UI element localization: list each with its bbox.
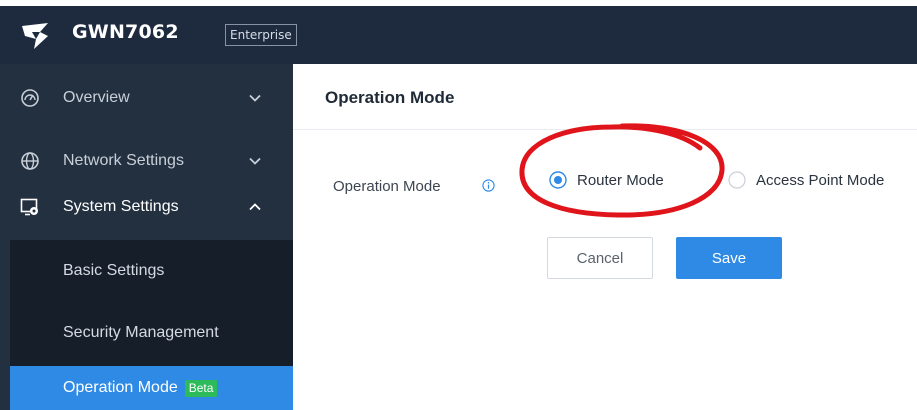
access-point-mode-label: Access Point Mode [756, 171, 885, 189]
operation-mode-label: Operation Mode [333, 178, 441, 195]
sidebar-item-label: Network Settings [63, 152, 184, 169]
content-header: Operation Mode [293, 64, 917, 130]
submenu-item-operation-mode[interactable]: Operation Mode Beta [10, 366, 293, 410]
chevron-up-icon [249, 203, 261, 211]
sidebar-item-network-settings[interactable]: Network Settings [0, 137, 293, 185]
globe-icon [21, 152, 39, 170]
product-name: GWN7062 [72, 21, 179, 43]
save-button[interactable]: Save [676, 237, 782, 279]
router-mode-label: Router Mode [577, 171, 664, 189]
system-settings-icon [20, 198, 38, 216]
grandstream-logo-icon [22, 23, 48, 49]
chevron-down-icon [249, 157, 261, 165]
submenu-item-label: Security Management [63, 324, 219, 341]
dashboard-icon [21, 89, 39, 107]
chevron-down-icon [249, 94, 261, 102]
submenu-item-label: Operation Mode [63, 379, 178, 396]
top-bar: GWN7062 Enterprise [0, 6, 917, 64]
cancel-button[interactable]: Cancel [547, 237, 653, 279]
submenu-item-basic-settings[interactable]: Basic Settings [10, 240, 293, 302]
sidebar-item-label: Overview [63, 89, 130, 106]
access-point-mode-radio[interactable]: Access Point Mode [728, 171, 884, 189]
page-title: Operation Mode [325, 88, 455, 107]
annotation-circle [519, 123, 725, 218]
info-icon[interactable] [482, 179, 495, 192]
sidebar-item-overview[interactable]: Overview [0, 74, 293, 122]
sidebar: Overview Network Settings System Setting… [0, 64, 293, 410]
sidebar-item-system-settings[interactable]: System Settings [0, 183, 293, 231]
submenu-item-security-management[interactable]: Security Management [10, 302, 293, 364]
beta-badge: Beta [184, 379, 218, 397]
router-mode-radio[interactable]: Router Mode [549, 171, 664, 189]
radio-checked-icon [549, 171, 567, 189]
submenu-item-label: Basic Settings [63, 262, 165, 279]
sidebar-item-label: System Settings [63, 198, 179, 215]
radio-unchecked-icon [728, 171, 746, 189]
system-settings-submenu: Basic Settings Security Management Opera… [10, 240, 293, 410]
edition-badge: Enterprise [225, 24, 297, 46]
